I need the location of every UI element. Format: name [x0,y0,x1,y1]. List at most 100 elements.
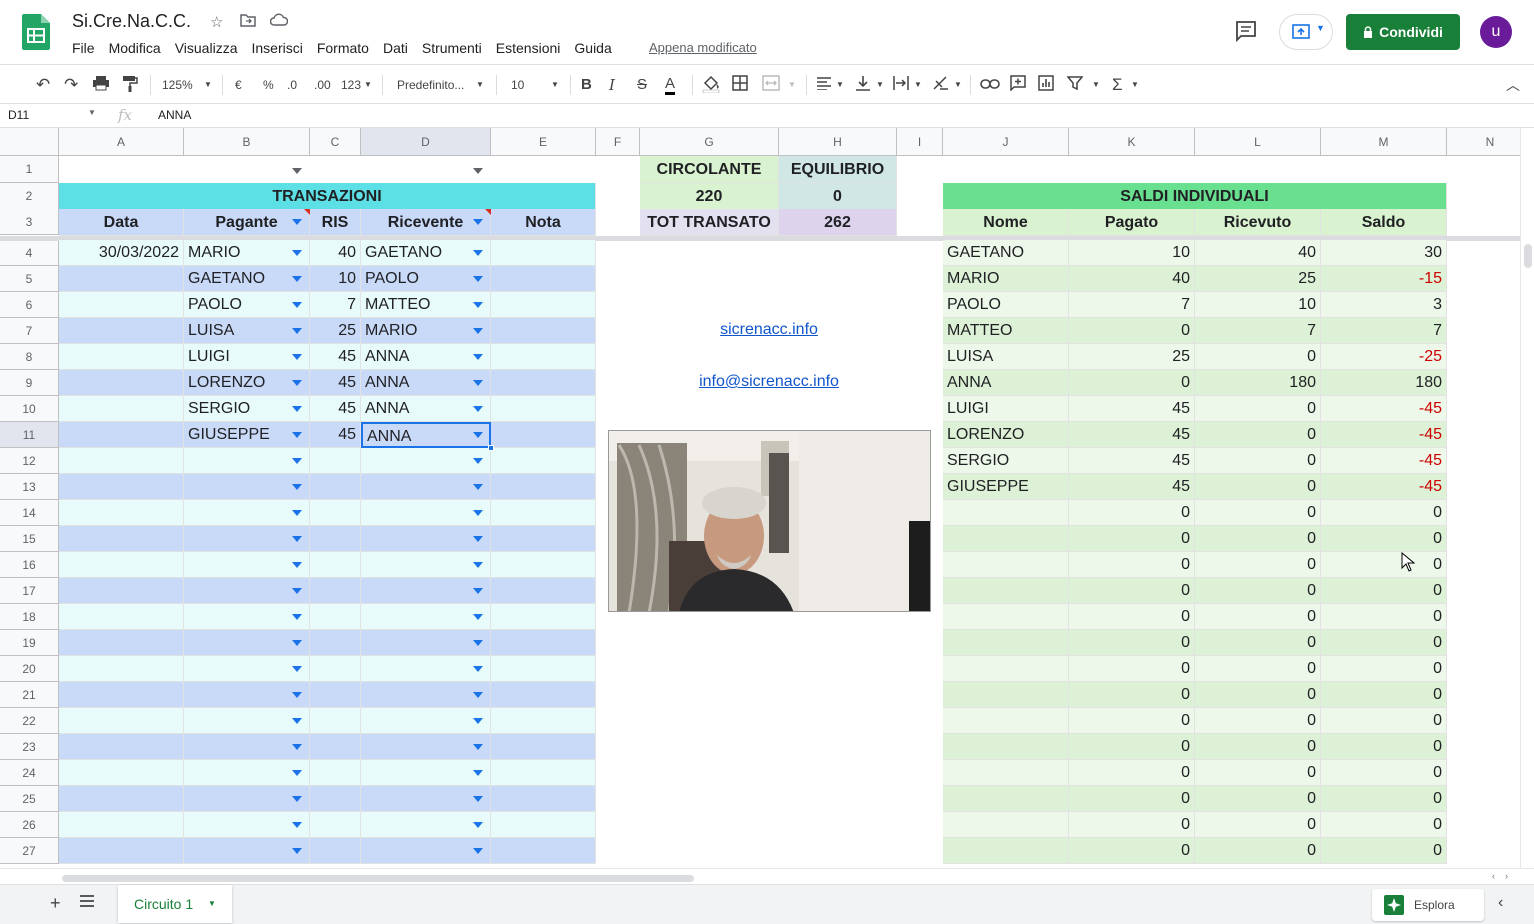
balance-saldo-cell[interactable]: 0 [1321,734,1447,760]
transaction-receiver-cell[interactable]: ANNA [361,370,491,396]
row-header-20[interactable]: 20 [0,656,59,682]
transaction-date-cell[interactable] [59,396,184,422]
dropdown-arrow-icon[interactable] [292,614,302,620]
balance-paid-cell[interactable]: 0 [1069,552,1195,578]
balance-name-cell[interactable]: GIUSEPPE [943,474,1069,500]
header-nota[interactable]: Nota [491,209,596,236]
transaction-ris-cell[interactable] [310,448,361,474]
transaction-receiver-cell[interactable]: MATTEO [361,292,491,318]
transaction-receiver-cell[interactable] [361,786,491,812]
transaction-receiver-cell[interactable] [361,604,491,630]
balance-name-cell[interactable] [943,734,1069,760]
transaction-ris-cell[interactable]: 40 [310,240,361,266]
transaction-ris-cell[interactable] [310,786,361,812]
balance-saldo-cell[interactable]: 0 [1321,656,1447,682]
transaction-date-cell[interactable] [59,760,184,786]
transaction-ris-cell[interactable] [310,656,361,682]
row-header-22[interactable]: 22 [0,708,59,734]
all-sheets-icon[interactable] [80,894,94,912]
tot-transato-value[interactable]: 262 [779,209,897,236]
present-button[interactable]: ▼ [1279,14,1333,50]
transaction-note-cell[interactable] [491,448,596,474]
row-header-11[interactable]: 11 [0,422,59,448]
transaction-date-cell[interactable] [59,422,184,448]
row-header-4[interactable]: 4 [0,240,59,266]
balance-paid-cell[interactable]: 0 [1069,734,1195,760]
balance-received-cell[interactable]: 0 [1195,500,1321,526]
transazioni-title[interactable]: TRANSAZIONI [59,183,596,210]
font-family-select[interactable]: Predefinito... [397,75,464,95]
balance-name-cell[interactable] [943,604,1069,630]
menu-strumenti[interactable]: Strumenti [422,40,482,56]
transaction-ris-cell[interactable] [310,760,361,786]
dropdown-arrow-icon[interactable] [292,588,302,594]
balance-received-cell[interactable]: 40 [1195,240,1321,266]
balance-received-cell[interactable]: 0 [1195,786,1321,812]
horizontal-scrollbar[interactable]: ‹ › [0,868,1534,884]
balance-name-cell[interactable] [943,708,1069,734]
transaction-ris-cell[interactable]: 7 [310,292,361,318]
dropdown-arrow-icon[interactable] [292,796,302,802]
dropdown-arrow-icon[interactable] [473,536,483,542]
name-box[interactable]: D11 [8,108,29,122]
transaction-ris-cell[interactable] [310,604,361,630]
circolante-value[interactable]: 220 [640,183,779,210]
balance-name-cell[interactable] [943,682,1069,708]
menu-guida[interactable]: Guida [574,40,611,56]
column-header-k[interactable]: K [1069,128,1195,156]
row-header-9[interactable]: 9 [0,370,59,396]
balance-paid-cell[interactable]: 0 [1069,656,1195,682]
row-header-6[interactable]: 6 [0,292,59,318]
transaction-ris-cell[interactable]: 10 [310,266,361,292]
dropdown-arrow-icon[interactable] [292,666,302,672]
dropdown-arrow-icon[interactable] [292,562,302,568]
transaction-receiver-cell[interactable] [361,734,491,760]
dropdown-arrow-icon[interactable] [292,640,302,646]
balance-paid-cell[interactable]: 0 [1069,838,1195,864]
chevron-down-icon[interactable]: ▼ [836,75,844,95]
balance-saldo-cell[interactable]: 3 [1321,292,1447,318]
balance-name-cell[interactable] [943,552,1069,578]
column-header-a[interactable]: A [59,128,184,156]
dropdown-arrow-icon[interactable] [473,562,483,568]
dropdown-arrow-icon[interactable] [292,718,302,724]
chevron-down-icon[interactable]: ▼ [551,75,559,95]
dropdown-arrow-icon[interactable] [473,432,483,438]
transaction-receiver-cell[interactable]: ANNA [361,396,491,422]
transaction-date-cell[interactable] [59,708,184,734]
balance-paid-cell[interactable]: 45 [1069,474,1195,500]
balance-saldo-cell[interactable]: 0 [1321,578,1447,604]
insert-comment-icon[interactable] [1010,75,1026,95]
transaction-note-cell[interactable] [491,422,596,448]
borders-icon[interactable] [732,75,748,95]
balance-saldo-cell[interactable]: 0 [1321,552,1447,578]
menu-estensioni[interactable]: Estensioni [496,40,561,56]
chevron-down-icon[interactable]: ▼ [1131,75,1139,95]
insert-chart-icon[interactable] [1038,75,1054,95]
balance-name-cell[interactable] [943,812,1069,838]
balance-received-cell[interactable]: 7 [1195,318,1321,344]
row-header-26[interactable]: 26 [0,812,59,838]
column-header-i[interactable]: I [897,128,943,156]
more-formats-button[interactable]: 123 [341,75,361,95]
balance-saldo-cell[interactable]: 0 [1321,812,1447,838]
circolante-label[interactable]: CIRCOLANTE [640,156,779,183]
transaction-receiver-cell[interactable] [361,448,491,474]
transaction-receiver-cell[interactable]: MARIO [361,318,491,344]
balance-received-cell[interactable]: 0 [1195,552,1321,578]
vertical-scroll-thumb[interactable] [1524,244,1532,268]
column-header-l[interactable]: L [1195,128,1321,156]
insert-link-icon[interactable] [980,75,1000,95]
column-header-h[interactable]: H [779,128,897,156]
balance-paid-cell[interactable]: 40 [1069,266,1195,292]
balance-name-cell[interactable] [943,630,1069,656]
transaction-note-cell[interactable] [491,396,596,422]
transaction-ris-cell[interactable] [310,708,361,734]
balance-name-cell[interactable]: MARIO [943,266,1069,292]
balance-paid-cell[interactable]: 45 [1069,448,1195,474]
text-rotation-icon[interactable] [932,75,950,95]
dropdown-arrow-icon[interactable] [473,250,483,256]
balance-saldo-cell[interactable]: -45 [1321,448,1447,474]
chevron-down-icon[interactable]: ▼ [788,75,796,95]
transaction-ris-cell[interactable] [310,578,361,604]
